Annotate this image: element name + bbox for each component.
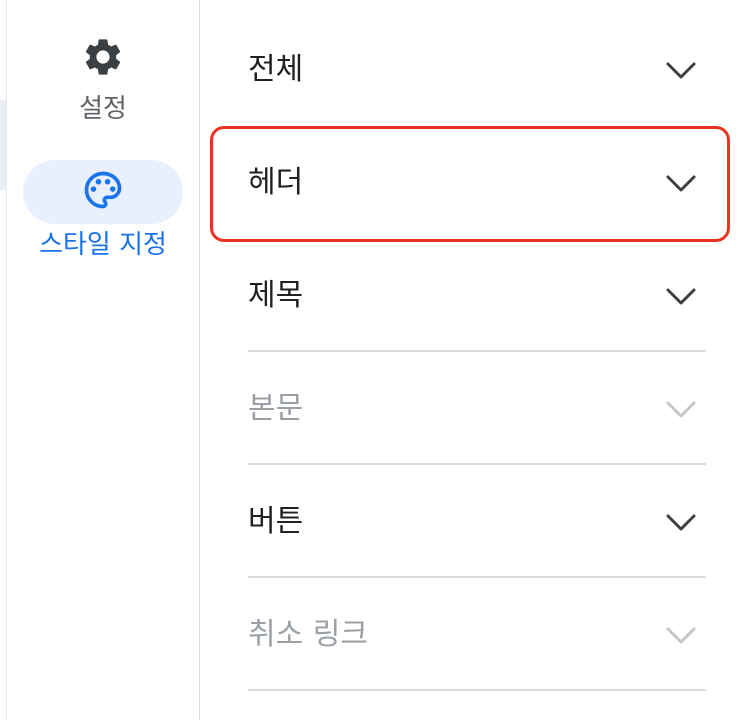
left-edge-selection [0, 100, 6, 190]
gear-icon [81, 35, 125, 83]
nav-style-label: 스타일 지정 [39, 230, 167, 260]
chevron-down-icon[interactable] [664, 166, 698, 200]
section-all[interactable]: 전체 [248, 13, 706, 126]
section-label: 본문 [248, 391, 304, 426]
nav-item-style[interactable]: 스타일 지정 [7, 160, 199, 262]
section-label: 헤더 [248, 165, 304, 200]
section-title[interactable]: 제목 [248, 239, 706, 352]
section-header[interactable]: 헤더 [248, 126, 706, 239]
section-label: 제목 [248, 278, 304, 313]
nav-item-settings[interactable]: 설정 [7, 32, 199, 126]
section-label: 전체 [248, 52, 304, 87]
style-panel: 설정 스타일 지정 전체 헤더 제목 본문 버튼 취소 링크 [0, 0, 746, 720]
chevron-down-icon [664, 618, 698, 652]
section-body: 본문 [248, 352, 706, 465]
chevron-down-icon[interactable] [664, 279, 698, 313]
style-section-list: 전체 헤더 제목 본문 버튼 취소 링크 [248, 13, 706, 691]
section-label: 버튼 [248, 504, 304, 539]
chevron-down-icon[interactable] [664, 505, 698, 539]
section-button[interactable]: 버튼 [248, 465, 706, 578]
nav-style-icon-pill [23, 160, 183, 224]
chevron-down-icon [664, 392, 698, 426]
chevron-down-icon[interactable] [664, 53, 698, 87]
nav-settings-icon-container [23, 32, 183, 86]
nav-settings-label: 설정 [79, 94, 127, 124]
section-cancel-link: 취소 링크 [248, 578, 706, 691]
palette-icon [81, 168, 125, 216]
section-label: 취소 링크 [248, 617, 368, 652]
nav-rail: 설정 스타일 지정 [7, 0, 200, 720]
